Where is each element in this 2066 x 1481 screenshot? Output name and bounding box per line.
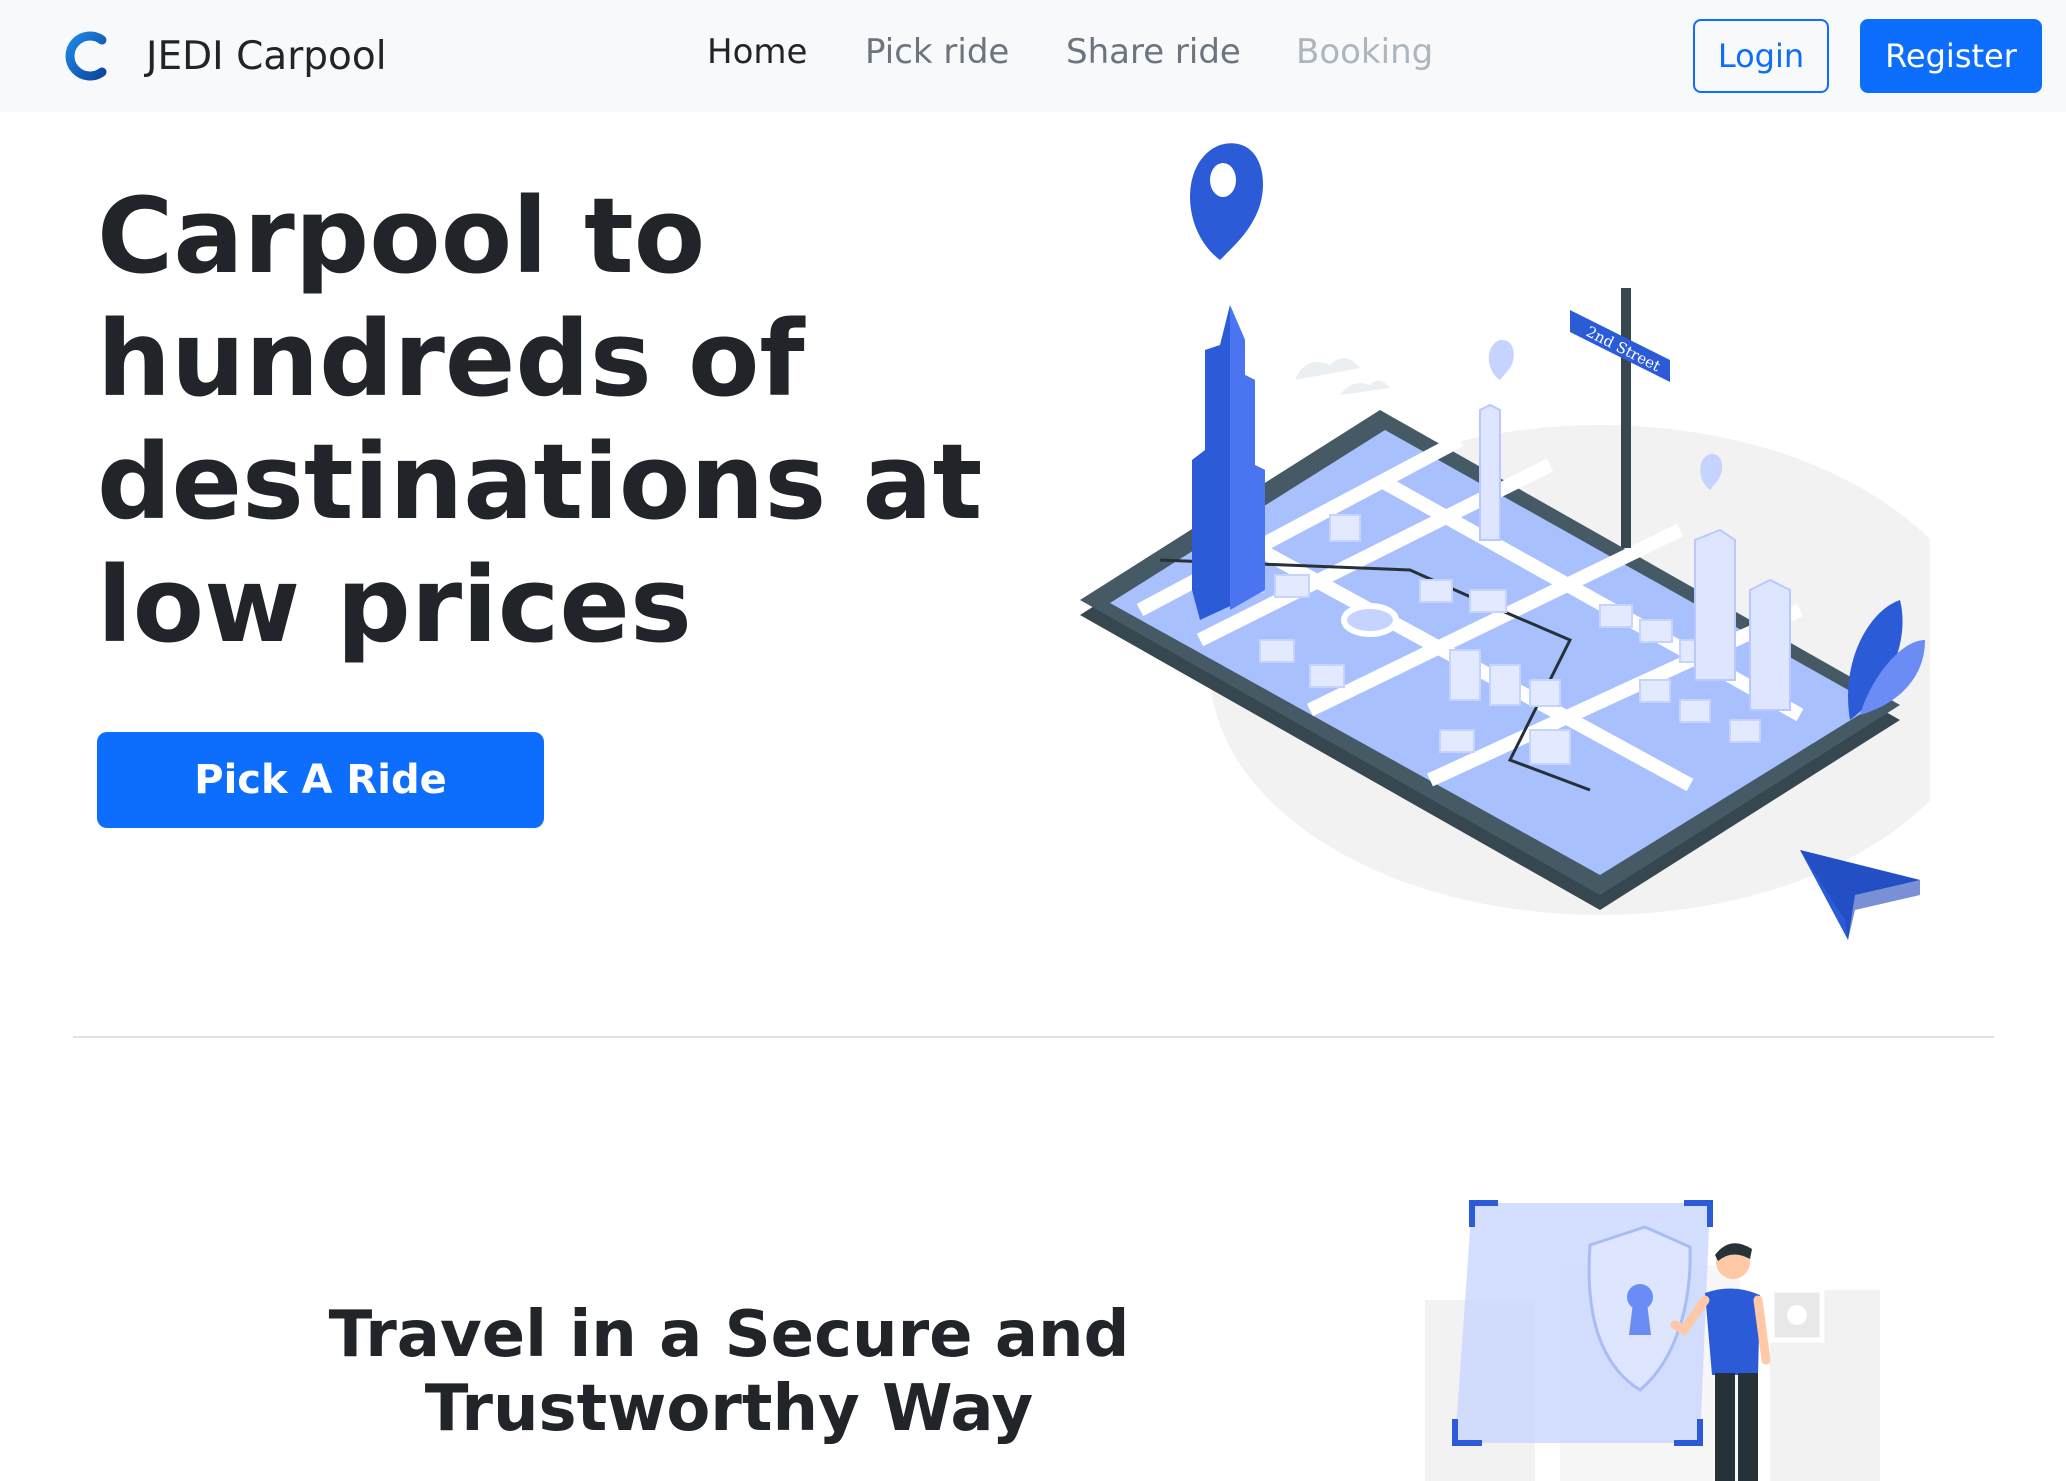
- nav-link-share-ride[interactable]: Share ride: [1066, 32, 1241, 72]
- secure-section-title: Travel in a Secure and Trustworthy Way: [328, 1298, 1130, 1446]
- nav-link-pick-ride[interactable]: Pick ride: [865, 32, 1009, 72]
- nav-link-home[interactable]: Home: [707, 32, 807, 72]
- pick-a-ride-button[interactable]: Pick A Ride: [97, 732, 544, 828]
- nav-link-booking[interactable]: Booking: [1296, 32, 1433, 72]
- security-illustration: [1425, 1200, 1880, 1481]
- section-divider: [73, 1036, 1994, 1038]
- navbar: JEDI Carpool Home Pick ride Share ride B…: [0, 0, 2066, 112]
- hero-title: Carpool to hundreds of destinations at l…: [97, 175, 983, 666]
- c-logo-icon: [65, 31, 107, 81]
- login-button[interactable]: Login: [1693, 19, 1829, 93]
- register-button[interactable]: Register: [1860, 19, 2042, 93]
- brand[interactable]: JEDI Carpool: [60, 26, 387, 86]
- city-map-illustration: 2nd Street: [1080, 143, 1930, 940]
- brand-name: JEDI Carpool: [146, 34, 387, 79]
